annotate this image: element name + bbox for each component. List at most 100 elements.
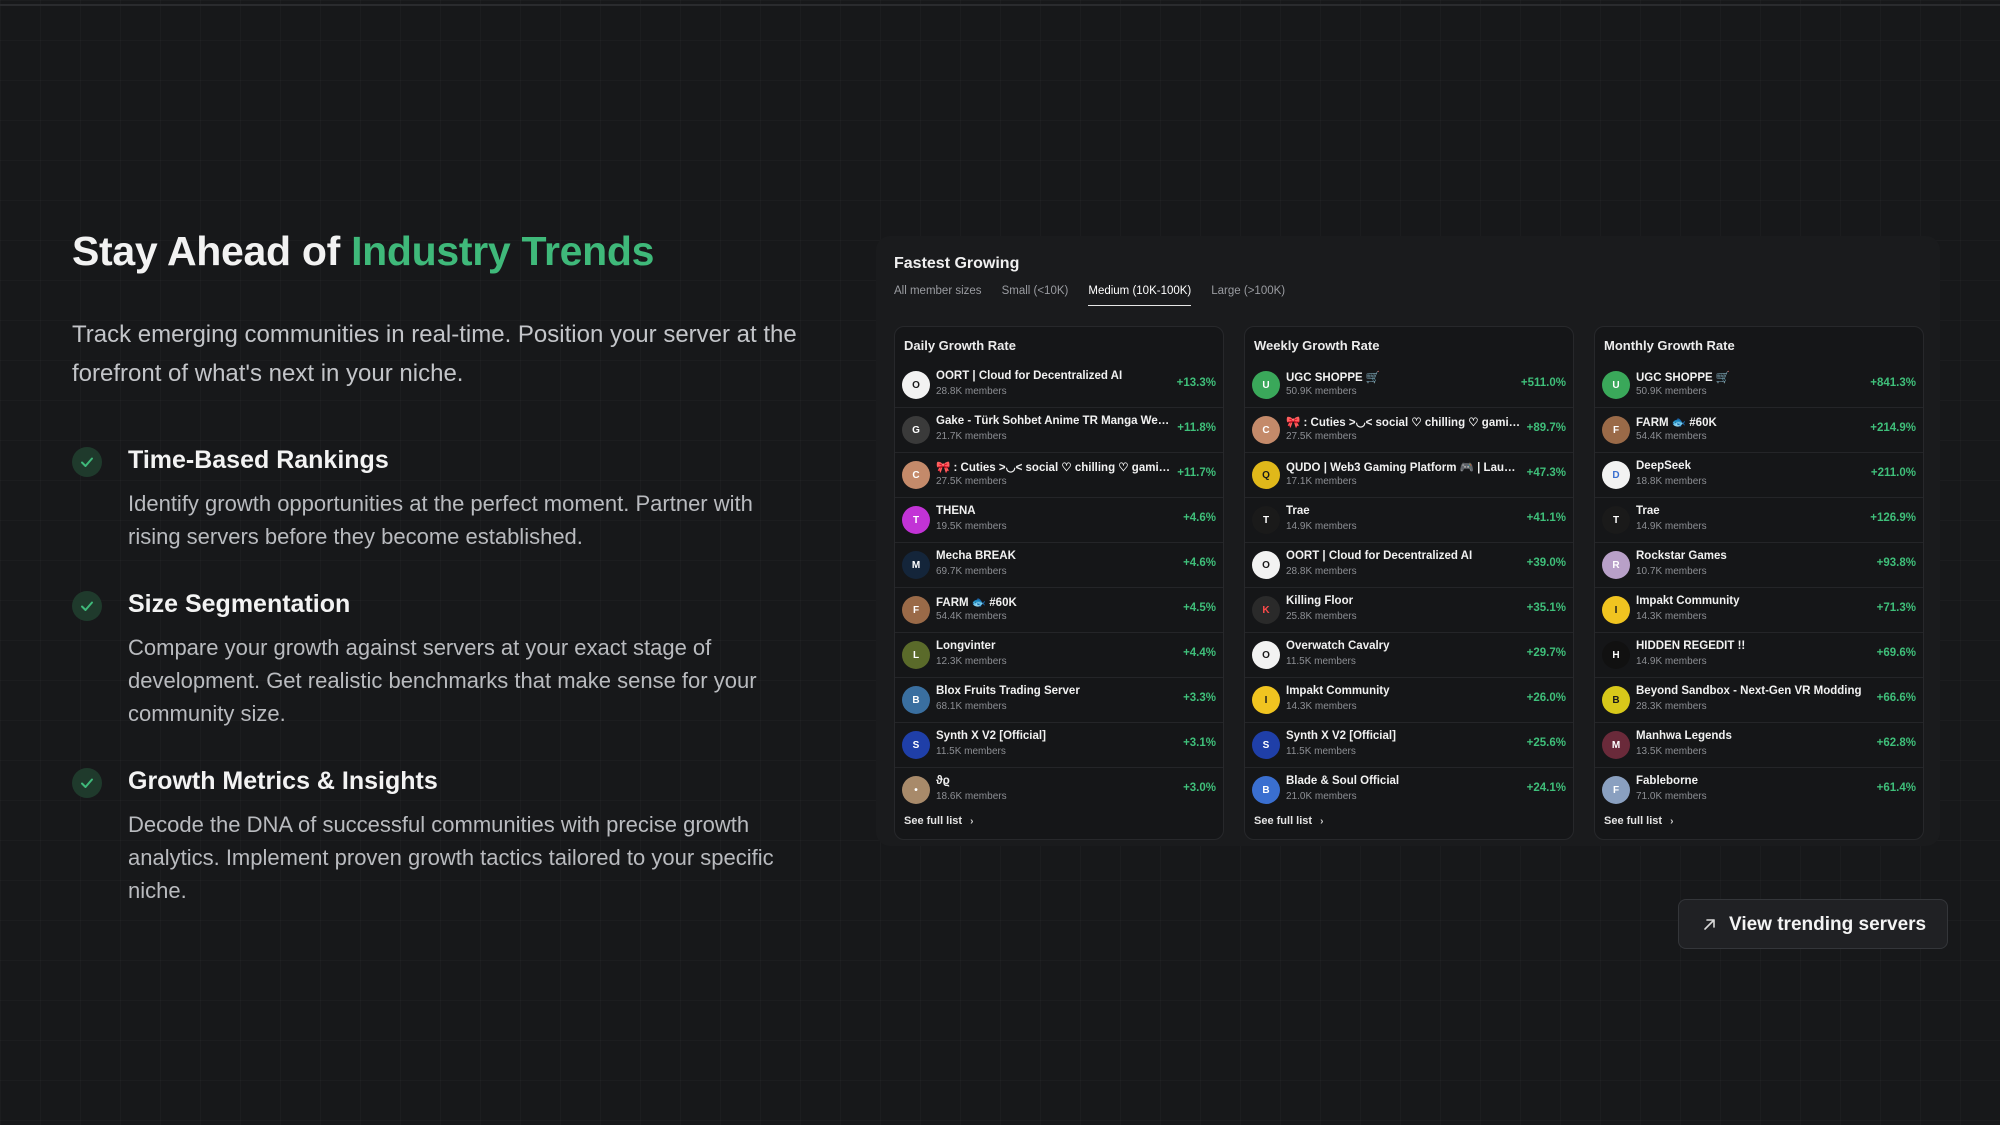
server-row[interactable]: Q QUDO | Web3 Gaming Platform 🎮 | Launchi… xyxy=(1245,453,1573,498)
server-row[interactable]: T THENA 19.5K members +4.6% xyxy=(895,498,1223,543)
server-row[interactable]: O Overwatch Cavalry 11.5K members +29.7% xyxy=(1245,633,1573,678)
growth-percentage: +4.6% xyxy=(1183,512,1216,524)
server-avatar: R xyxy=(1602,551,1630,579)
server-row[interactable]: D DeepSeek 18.8K members +211.0% xyxy=(1595,453,1923,498)
server-row[interactable]: K Killing Floor 25.8K members +35.1% xyxy=(1245,588,1573,633)
server-member-count: 27.5K members xyxy=(1286,431,1357,442)
server-name: Fableborne xyxy=(1636,775,1698,787)
server-member-count: 71.0K members xyxy=(1636,791,1707,802)
growth-percentage: +126.9% xyxy=(1870,512,1916,524)
view-trending-servers-button[interactable]: View trending servers xyxy=(1678,899,1948,949)
server-row[interactable]: M Mecha BREAK 69.7K members +4.6% xyxy=(895,543,1223,588)
server-row[interactable]: I Impakt Community 14.3K members +71.3% xyxy=(1595,588,1923,633)
server-row[interactable]: F FARM 🐟 #60K 54.4K members +4.5% xyxy=(895,588,1223,633)
server-row[interactable]: M Manhwa Legends 13.5K members +62.8% xyxy=(1595,723,1923,768)
tab-small[interactable]: Small (<10K) xyxy=(1002,285,1069,306)
fastest-growing-panel: Fastest Growing All member sizes Small (… xyxy=(876,236,1940,846)
growth-percentage: +66.6% xyxy=(1876,692,1916,704)
server-row[interactable]: G Gake - Türk Sohbet Anime TR Manga Webto… xyxy=(895,408,1223,453)
server-row[interactable]: B Blade & Soul Official 21.0K members +24.1… xyxy=(1245,768,1573,812)
server-avatar: U xyxy=(1602,371,1630,399)
server-avatar: C xyxy=(1252,416,1280,444)
server-row[interactable]: U UGC SHOPPE 🛒 50.9K members +511.0% xyxy=(1245,363,1573,408)
size-filter-tabs: All member sizes Small (<10K) Medium (10… xyxy=(894,285,1305,306)
feature-title: Time-Based Rankings xyxy=(128,446,389,474)
see-full-list-link[interactable]: See full list › xyxy=(1604,815,1673,827)
hero-title-accent: Industry Trends xyxy=(351,228,655,274)
server-name: Trae xyxy=(1286,505,1310,517)
growth-percentage: +211.0% xyxy=(1870,467,1916,479)
server-name: Overwatch Cavalry xyxy=(1286,640,1390,652)
server-avatar: F xyxy=(1602,416,1630,444)
server-list: U UGC SHOPPE 🛒 50.9K members +841.3% F FARM 🐟… xyxy=(1595,363,1923,812)
panel-title: Fastest Growing xyxy=(894,255,1020,272)
growth-percentage: +62.8% xyxy=(1876,737,1916,749)
server-member-count: 21.7K members xyxy=(936,431,1007,442)
server-member-count: 14.3K members xyxy=(1636,611,1707,622)
server-row[interactable]: T Trae 14.9K members +41.1% xyxy=(1245,498,1573,543)
server-avatar: T xyxy=(1252,506,1280,534)
server-avatar: I xyxy=(1252,686,1280,714)
server-avatar: C xyxy=(902,461,930,489)
growth-percentage: +29.7% xyxy=(1526,647,1566,659)
feature-item: Size Segmentation Compare your growth ag… xyxy=(72,589,812,730)
server-member-count: 17.1K members xyxy=(1286,476,1357,487)
server-avatar: O xyxy=(1252,641,1280,669)
tab-medium[interactable]: Medium (10K-100K) xyxy=(1088,285,1192,306)
daily-growth-column: Daily Growth Rate O OORT | Cloud for Dece… xyxy=(894,326,1224,840)
server-member-count: 18.8K members xyxy=(1636,476,1707,487)
growth-percentage: +89.7% xyxy=(1526,422,1566,434)
server-row[interactable]: C 🎀 : Cuties >◡< social ♡ chilling ♡ gami… xyxy=(1245,408,1573,453)
server-avatar: F xyxy=(1602,776,1630,804)
server-row[interactable]: O OORT | Cloud for Decentralized AI 28.8K … xyxy=(895,363,1223,408)
feature-item: Growth Metrics & Insights Decode the DNA… xyxy=(72,766,812,907)
server-member-count: 14.9K members xyxy=(1636,656,1707,667)
server-avatar: D xyxy=(1602,461,1630,489)
server-name: Beyond Sandbox - Next-Gen VR Modding xyxy=(1636,685,1862,697)
server-name: QUDO | Web3 Gaming Platform 🎮 | Launchin… xyxy=(1286,462,1522,474)
growth-percentage: +47.3% xyxy=(1526,467,1566,479)
server-row[interactable]: I Impakt Community 14.3K members +26.0% xyxy=(1245,678,1573,723)
server-name: Synth X V2 [Official] xyxy=(936,730,1046,742)
server-row[interactable]: B Blox Fruits Trading Server 68.1K members… xyxy=(895,678,1223,723)
server-row[interactable]: S Synth X V2 [Official] 11.5K members +3.1% xyxy=(895,723,1223,768)
server-row[interactable]: F FARM 🐟 #60K 54.4K members +214.9% xyxy=(1595,408,1923,453)
column-title: Daily Growth Rate xyxy=(904,338,1016,353)
server-name: Trae xyxy=(1636,505,1660,517)
server-row[interactable]: H HIDDEN REGEDIT !! 14.9K members +69.6% xyxy=(1595,633,1923,678)
growth-percentage: +41.1% xyxy=(1526,512,1566,524)
server-row[interactable]: C 🎀 : Cuties >◡< social ♡ chilling ♡ gami… xyxy=(895,453,1223,498)
server-name: OORT | Cloud for Decentralized AI xyxy=(936,370,1123,382)
growth-percentage: +24.1% xyxy=(1526,782,1566,794)
server-member-count: 19.5K members xyxy=(936,521,1007,532)
growth-percentage: +61.4% xyxy=(1876,782,1916,794)
server-member-count: 14.3K members xyxy=(1286,701,1357,712)
server-row[interactable]: B Beyond Sandbox - Next-Gen VR Modding 28.… xyxy=(1595,678,1923,723)
server-avatar: O xyxy=(1252,551,1280,579)
server-row[interactable]: U UGC SHOPPE 🛒 50.9K members +841.3% xyxy=(1595,363,1923,408)
server-name: Mecha BREAK xyxy=(936,550,1016,562)
server-name: 🎀 : Cuties >◡< social ♡ chilling ♡ gamin… xyxy=(1286,417,1522,429)
server-row[interactable]: F Fableborne 71.0K members +61.4% xyxy=(1595,768,1923,812)
growth-percentage: +4.5% xyxy=(1183,602,1216,614)
tab-large[interactable]: Large (>100K) xyxy=(1211,285,1285,306)
server-member-count: 11.5K members xyxy=(936,746,1006,757)
server-name: Manhwa Legends xyxy=(1636,730,1732,742)
server-row[interactable]: S Synth X V2 [Official] 11.5K members +25.6… xyxy=(1245,723,1573,768)
growth-percentage: +69.6% xyxy=(1876,647,1916,659)
see-full-list-label: See full list xyxy=(904,815,963,827)
server-row[interactable]: R Rockstar Games 10.7K members +93.8% xyxy=(1595,543,1923,588)
server-name: UGC SHOPPE 🛒 xyxy=(1636,372,1731,384)
growth-percentage: +841.3% xyxy=(1870,377,1916,389)
tab-all-sizes[interactable]: All member sizes xyxy=(894,285,982,306)
server-row[interactable]: • ϑϱ 18.6K members +3.0% xyxy=(895,768,1223,812)
server-avatar: F xyxy=(902,596,930,624)
see-full-list-link[interactable]: See full list › xyxy=(1254,815,1323,827)
server-row[interactable]: L Longvinter 12.3K members +4.4% xyxy=(895,633,1223,678)
hero-title: Stay Ahead of Industry Trends xyxy=(72,228,812,275)
server-row[interactable]: O OORT | Cloud for Decentralized AI 28.8K … xyxy=(1245,543,1573,588)
see-full-list-link[interactable]: See full list › xyxy=(904,815,973,827)
server-row[interactable]: T Trae 14.9K members +126.9% xyxy=(1595,498,1923,543)
growth-percentage: +3.3% xyxy=(1183,692,1216,704)
chevron-right-icon: › xyxy=(1670,815,1674,827)
